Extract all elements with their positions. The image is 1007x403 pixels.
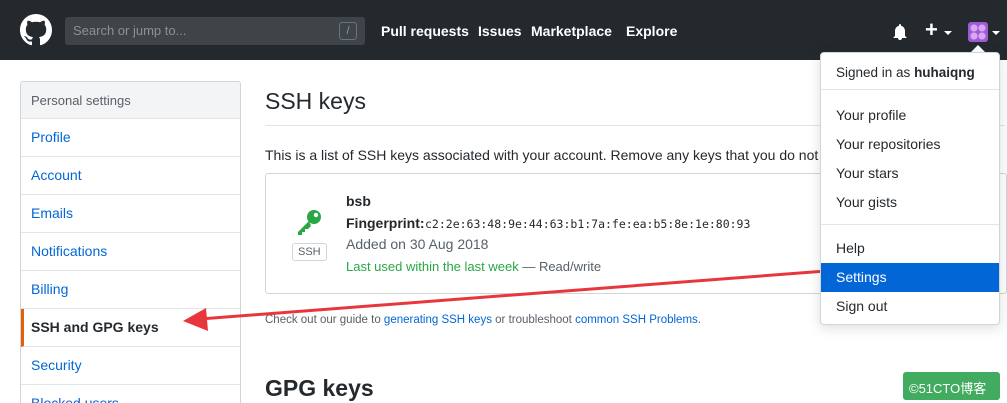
search-placeholder: Search or jump to... [73,23,187,38]
common-ssh-problems-link[interactable]: common SSH Problems [575,314,698,326]
user-dropdown-menu: Signed in as huhaiqng Your profile Your … [820,52,1000,325]
menu-your-profile[interactable]: Your profile [821,101,999,130]
menu-settings[interactable]: Settings [821,263,999,292]
guide-prefix: Check out our guide to [265,314,384,326]
ssh-keys-title: SSH keys [265,88,366,114]
sidebar-item-billing[interactable]: Billing [21,271,240,309]
ssh-key-last-used: Last used within the last week [346,259,519,274]
menu-your-stars[interactable]: Your stars [821,159,999,188]
ssh-keys-description: This is a list of SSH keys associated wi… [265,147,835,163]
guide-middle: or troubleshoot [491,314,576,326]
watermark-badge: ©51CTO博客 [903,372,1000,400]
sidebar-item-blocked-users[interactable]: Blocked users [21,385,240,403]
nav-explore[interactable]: Explore [626,23,677,39]
nav-issues[interactable]: Issues [478,23,522,39]
nav-marketplace[interactable]: Marketplace [531,23,612,39]
sidebar-item-emails[interactable]: Emails [21,195,240,233]
sidebar-item-notifications[interactable]: Notifications [21,233,240,271]
ssh-guide-text: Check out our guide to generating SSH ke… [265,314,701,326]
create-new-caret-icon[interactable] [944,31,952,35]
menu-help[interactable]: Help [821,234,999,263]
top-header: Search or jump to... / Pull requests Iss… [0,0,1007,60]
ssh-key-title: bsb [346,193,371,209]
sidebar-item-account[interactable]: Account [21,157,240,195]
signed-in-prefix: Signed in as [836,65,915,80]
sidebar-heading: Personal settings [21,82,240,119]
key-icon [298,210,321,235]
menu-divider [821,224,999,225]
github-logo-icon[interactable] [20,14,52,46]
sidebar-item-profile[interactable]: Profile [21,119,240,157]
sidebar-item-security[interactable]: Security [21,347,240,385]
ssh-key-access: — Read/write [518,259,602,274]
generating-ssh-keys-link[interactable]: generating SSH keys [384,314,492,326]
settings-sidebar: Personal settings Profile Account Emails… [20,81,241,403]
signed-in-username: huhaiqng [914,65,975,80]
signed-in-as: Signed in as huhaiqng [821,53,999,90]
create-new-plus-icon[interactable]: + [925,18,938,42]
ssh-key-added-date: Added on 30 Aug 2018 [346,236,489,252]
menu-sign-out[interactable]: Sign out [821,292,999,321]
notification-bell-icon[interactable] [892,24,908,40]
menu-your-repositories[interactable]: Your repositories [821,130,999,159]
search-shortcut-key: / [339,22,357,40]
nav-pull-requests[interactable]: Pull requests [381,23,469,39]
avatar[interactable] [968,22,988,42]
gpg-keys-title: GPG keys [265,375,374,401]
user-menu-caret-icon[interactable] [992,31,1000,35]
guide-suffix: . [697,314,701,326]
ssh-key-usage: Last used within the last week — Read/wr… [346,259,601,274]
menu-your-gists[interactable]: Your gists [821,188,999,217]
fingerprint-value: c2:2e:63:48:9e:44:63:b1:7a:fe:ea:b5:8e:1… [425,217,751,231]
search-input[interactable]: Search or jump to... / [65,17,365,45]
ssh-key-type-badge: SSH [292,243,327,261]
fingerprint-label: Fingerprint: [346,215,425,231]
sidebar-item-ssh-gpg-keys[interactable]: SSH and GPG keys [21,309,240,347]
